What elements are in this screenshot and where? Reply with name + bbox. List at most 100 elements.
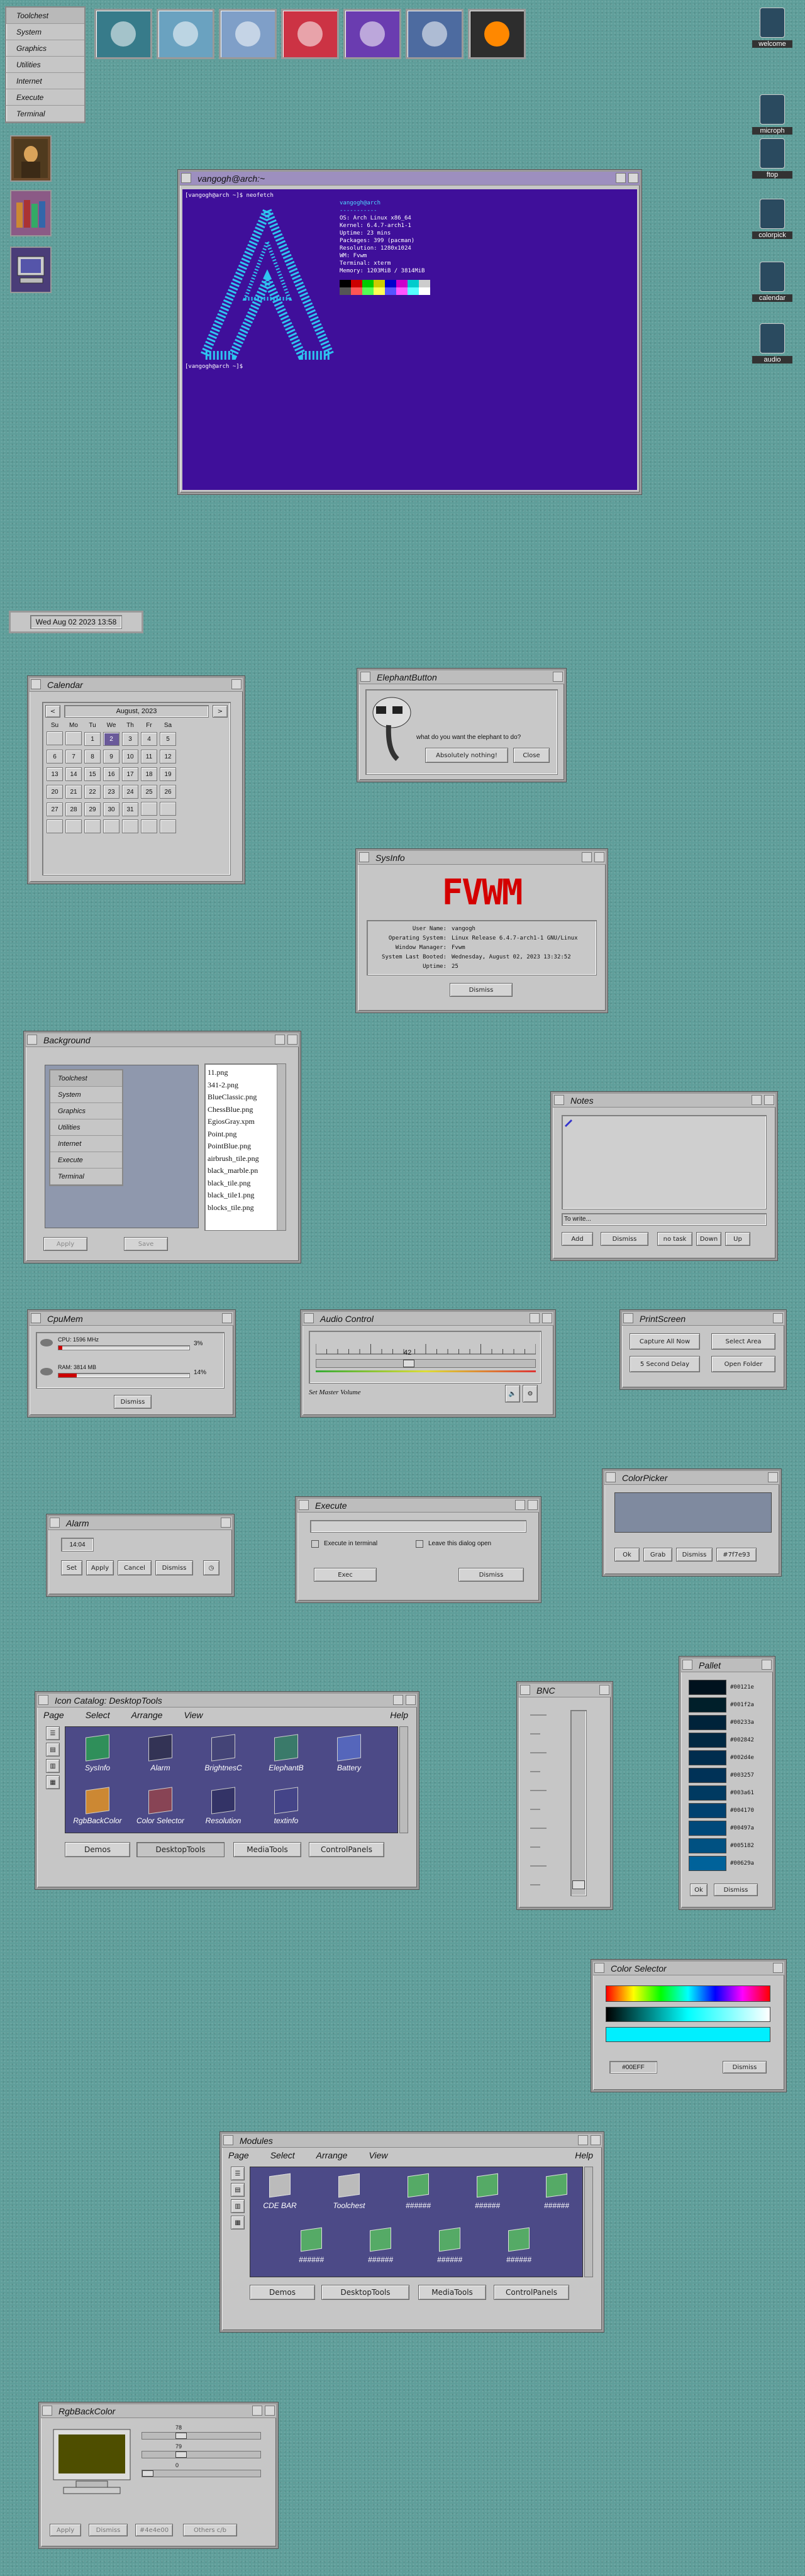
calendar-day[interactable]: 18 xyxy=(141,767,157,781)
save-button[interactable]: Save xyxy=(124,1237,168,1251)
select-area-button[interactable]: Select Area xyxy=(711,1333,775,1350)
calendar-window[interactable]: Calendar < August, 2023 > Su Mo Tu We Th Fr Sa… xyxy=(28,676,245,884)
hue-bar[interactable] xyxy=(606,1985,770,2002)
rgbbackcolor-icon[interactable] xyxy=(86,1787,109,1814)
icon-area[interactable]: SysInfo Alarm BrightnesC ElephantB Battery Rg… xyxy=(65,1726,398,1833)
icon-catalog-window[interactable]: Icon Catalog: DesktopTools Page Select Arr… xyxy=(35,1692,419,1889)
elephantb-icon[interactable] xyxy=(274,1734,298,1762)
volume-slider[interactable] xyxy=(316,1359,536,1368)
calendar-day[interactable] xyxy=(122,819,138,833)
calendar-day[interactable] xyxy=(65,731,82,745)
alarm-icon[interactable] xyxy=(148,1734,172,1762)
toolchest-item[interactable]: Internet xyxy=(6,73,84,89)
calendar-day[interactable]: 22 xyxy=(84,785,101,799)
rgbbackcolor-window[interactable]: RgbBackColor 78 79 0 Apply Dismiss #4e4e00 Ot… xyxy=(39,2402,278,2548)
menu-page[interactable]: Page xyxy=(228,2150,249,2160)
cde-bar-icon[interactable] xyxy=(269,2173,291,2198)
file-item[interactable]: 11.png xyxy=(208,1067,259,1079)
help-menu[interactable]: Help xyxy=(575,2150,593,2160)
dismiss-button[interactable]: Dismiss xyxy=(458,1568,524,1582)
5-second-delay-button[interactable]: 5 Second Delay xyxy=(630,1356,700,1372)
calculator-icon[interactable] xyxy=(219,9,277,59)
notes-dismiss-button[interactable]: Dismiss xyxy=(601,1232,648,1246)
dismiss-button[interactable]: Dismiss xyxy=(114,1395,152,1409)
microph-icon[interactable] xyxy=(760,94,785,125)
pallet-window[interactable]: Pallet #00121e #001f2a #00233a #002842 #002d… xyxy=(679,1657,775,1909)
dismiss-button[interactable]: Dismiss xyxy=(723,2061,767,2074)
file-item[interactable]: BlueClassic.png xyxy=(208,1091,259,1104)
rgb-slider[interactable] xyxy=(142,2470,261,2477)
apply-button[interactable]: Apply xyxy=(86,1560,114,1575)
prev-month-button[interactable]: < xyxy=(45,705,60,718)
elephant-window[interactable]: ElephantButton what do you want the elep… xyxy=(357,669,566,782)
background-window[interactable]: Background Toolchest System Graphics Utilit… xyxy=(24,1031,301,1263)
window-manager-icon[interactable] xyxy=(157,9,214,59)
close-button[interactable]: Close xyxy=(513,748,550,763)
textinfo-icon[interactable] xyxy=(274,1787,298,1814)
calendar-day[interactable] xyxy=(47,731,63,745)
calendar-day[interactable]: 8 xyxy=(84,750,101,763)
notes-window[interactable]: Notes To write... Add Dismiss no task Down U… xyxy=(551,1092,777,1260)
cpumem-window[interactable]: CpuMem CPU: 1596 MHz 3% RAM: 3814 MB 14%… xyxy=(28,1310,235,1417)
notes-no-task-button[interactable]: no task xyxy=(657,1232,692,1246)
module-icon[interactable] xyxy=(301,2227,322,2252)
modules-window[interactable]: Modules Page Select Arrange View Help ☰ ▤ ▥ ▦ … xyxy=(220,2132,604,2332)
sun-icon[interactable] xyxy=(94,9,152,59)
icon-area-scrollbar[interactable] xyxy=(584,2167,593,2277)
computer-icon[interactable] xyxy=(10,247,52,293)
module-icon[interactable] xyxy=(477,2173,498,2198)
absolutely-nothing-button[interactable]: Absolutely nothing! xyxy=(425,748,508,763)
alarm-window[interactable]: Alarm 14:04 Set Apply Cancel Dismiss ◷ xyxy=(47,1514,234,1596)
tab-desktoptools[interactable]: DesktopTools xyxy=(321,2285,409,2300)
calendar-day[interactable]: 12 xyxy=(160,750,176,763)
cancel-button[interactable]: Cancel xyxy=(118,1560,152,1575)
menu-page[interactable]: Page xyxy=(43,1710,64,1720)
calendar-day[interactable]: 15 xyxy=(84,767,101,781)
audio-window[interactable]: Audio Control 42 Set Master Volume 🔈 ⚙ xyxy=(301,1310,555,1417)
dismiss-button[interactable]: Dismiss xyxy=(155,1560,193,1575)
calendar-day[interactable]: 30 xyxy=(103,802,119,816)
apply-button[interactable]: Apply xyxy=(43,1237,87,1251)
rgb-slider[interactable] xyxy=(142,2451,261,2458)
menu-select[interactable]: Select xyxy=(86,1710,110,1720)
resolution-icon[interactable] xyxy=(211,1787,235,1814)
file-item[interactable]: PointBlue.png xyxy=(208,1140,259,1153)
color-swatch[interactable] xyxy=(689,1821,726,1836)
help-menu[interactable]: Help xyxy=(390,1710,408,1720)
module-icon[interactable] xyxy=(439,2227,460,2252)
apply-button[interactable]: Apply xyxy=(50,2524,81,2536)
leave-open-checkbox[interactable] xyxy=(416,1540,423,1548)
calendar-day[interactable]: 27 xyxy=(47,802,63,816)
toolchest-item[interactable]: Graphics xyxy=(6,40,84,57)
bnc-window[interactable]: BNC xyxy=(517,1682,613,1909)
slider-handle[interactable] xyxy=(175,2433,187,2439)
calendar-day[interactable]: 28 xyxy=(65,802,82,816)
hex-input[interactable]: #00EFF xyxy=(609,2061,657,2074)
dismiss-button[interactable]: Dismiss xyxy=(714,1884,758,1896)
calendar-day[interactable]: 20 xyxy=(47,785,63,799)
calendar-day[interactable] xyxy=(160,819,176,833)
calendar-day[interactable]: 25 xyxy=(141,785,157,799)
calendar-day[interactable]: 4 xyxy=(141,732,157,746)
menu-view[interactable]: View xyxy=(369,2150,387,2160)
slider-handle[interactable] xyxy=(142,2470,153,2477)
tab-desktoptools[interactable]: DesktopTools xyxy=(136,1842,225,1857)
calendar-day[interactable] xyxy=(84,819,101,833)
calendar-day[interactable] xyxy=(65,819,82,833)
menu-arrange[interactable]: Arrange xyxy=(316,2150,348,2160)
calendar-day[interactable]: 14 xyxy=(65,767,82,781)
rgb-slider[interactable] xyxy=(142,2432,261,2440)
ok-button[interactable]: Ok xyxy=(690,1884,708,1896)
note-input[interactable]: To write... xyxy=(562,1213,767,1226)
open-folder-button[interactable]: Open Folder xyxy=(711,1356,775,1372)
tab-mediatools[interactable]: MediaTools xyxy=(233,1842,301,1857)
alarm-time[interactable]: 14:04 xyxy=(61,1538,94,1552)
color-swatch[interactable] xyxy=(689,1856,726,1871)
calendar-day[interactable]: 31 xyxy=(122,802,138,816)
grab-button[interactable]: Grab xyxy=(643,1548,672,1562)
terminal-checkbox[interactable] xyxy=(311,1540,319,1548)
colorpicker-window[interactable]: ColorPicker Ok Grab Dismiss #7f7e93 xyxy=(602,1469,781,1576)
settings-icon[interactable]: ⚙ xyxy=(523,1385,538,1402)
ftop-icon[interactable] xyxy=(760,138,785,169)
icon-area-scrollbar[interactable] xyxy=(399,1726,408,1833)
